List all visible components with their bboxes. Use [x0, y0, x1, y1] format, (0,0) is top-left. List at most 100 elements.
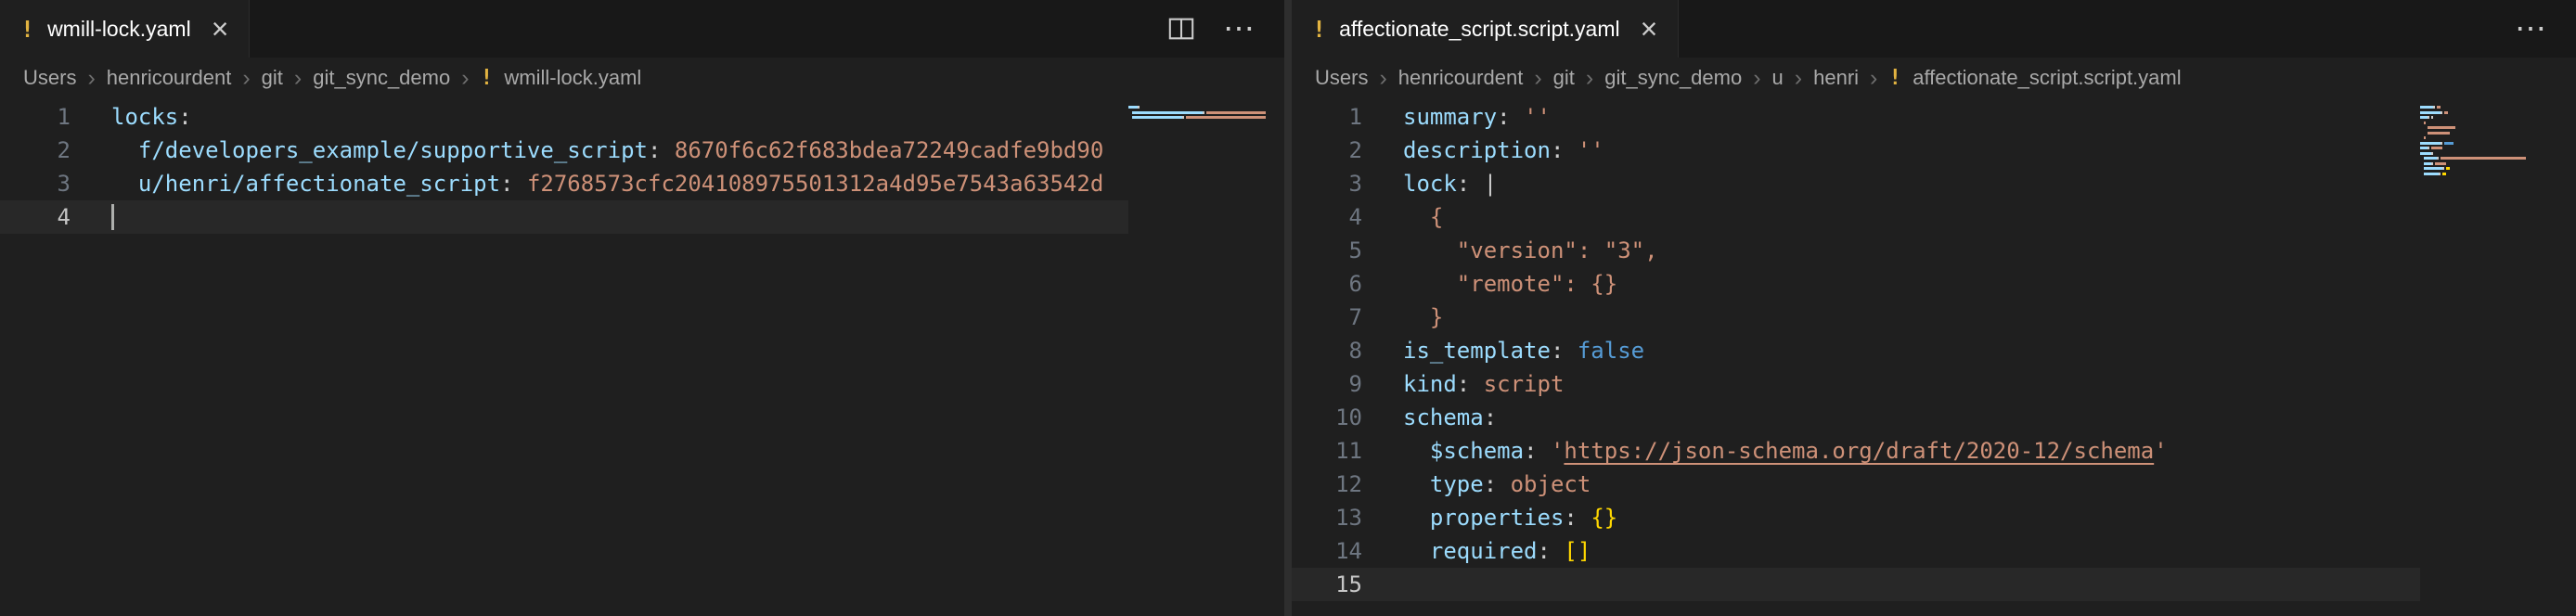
line-content[interactable]: description: ''	[1362, 134, 2420, 167]
code-area[interactable]: 1locks:2 f/developers_example/supportive…	[0, 98, 1128, 616]
line-number[interactable]: 10	[1292, 401, 1362, 434]
tab-affectionate-script[interactable]: ! affectionate_script.script.yaml ×	[1292, 0, 1679, 58]
minimap-line	[2420, 167, 2559, 170]
minimap-line	[2420, 106, 2559, 109]
line-content[interactable]: $schema: 'https://json-schema.org/draft/…	[1362, 434, 2420, 468]
code-line[interactable]: 9kind: script	[1292, 367, 2420, 401]
line-content[interactable]: lock: |	[1362, 167, 2420, 200]
tab-bar: ! affectionate_script.script.yaml × ⋯	[1292, 0, 2576, 58]
line-content[interactable]	[71, 200, 1128, 234]
line-number[interactable]: 1	[1292, 100, 1362, 134]
code-line[interactable]: 10schema:	[1292, 401, 2420, 434]
line-content[interactable]: kind: script	[1362, 367, 2420, 401]
line-number[interactable]: 2	[0, 134, 71, 167]
close-icon[interactable]: ×	[1641, 14, 1658, 44]
line-content[interactable]: is_template: false	[1362, 334, 2420, 367]
line-content[interactable]: "version": "3",	[1362, 234, 2420, 267]
minimap-line	[2420, 132, 2559, 135]
line-number[interactable]: 3	[0, 167, 71, 200]
breadcrumb-item[interactable]: Users	[23, 66, 76, 90]
line-number[interactable]: 4	[0, 200, 71, 234]
editor-group-sash[interactable]	[1284, 0, 1292, 616]
yaml-file-icon: !	[481, 66, 494, 90]
line-number[interactable]: 9	[1292, 367, 1362, 401]
breadcrumb-item[interactable]: git	[1553, 66, 1575, 90]
breadcrumb-separator-icon: ›	[1870, 65, 1877, 92]
breadcrumb-item[interactable]: Users	[1315, 66, 1368, 90]
breadcrumb-separator-icon: ›	[87, 65, 95, 92]
code-line[interactable]: 2 f/developers_example/supportive_script…	[0, 134, 1128, 167]
breadcrumb-item[interactable]: henri	[1813, 66, 1859, 90]
line-content[interactable]: summary: ''	[1362, 100, 2420, 134]
breadcrumb-item[interactable]: wmill-lock.yaml	[504, 66, 641, 90]
code-line[interactable]: 4 {	[1292, 200, 2420, 234]
line-number[interactable]: 8	[1292, 334, 1362, 367]
tab-label: affectionate_script.script.yaml	[1339, 17, 1620, 42]
code-line[interactable]: 5 "version": "3",	[1292, 234, 2420, 267]
line-number[interactable]: 6	[1292, 267, 1362, 301]
code-line[interactable]: 14 required: []	[1292, 534, 2420, 568]
line-content[interactable]: "remote": {}	[1362, 267, 2420, 301]
link[interactable]: https://json-schema.org/draft/2020-12/sc…	[1564, 438, 2154, 464]
line-content[interactable]: }	[1362, 301, 2420, 334]
minimap[interactable]	[2420, 98, 2559, 616]
breadcrumb-item[interactable]: henricourdent	[1398, 66, 1524, 90]
line-number[interactable]: 3	[1292, 167, 1362, 200]
code-line[interactable]: 3 u/henri/affectionate_script: f2768573c…	[0, 167, 1128, 200]
code-line[interactable]: 6 "remote": {}	[1292, 267, 2420, 301]
minimap-line	[2420, 142, 2559, 145]
line-content[interactable]: f/developers_example/supportive_script: …	[71, 134, 1128, 167]
line-content[interactable]: properties: {}	[1362, 501, 2420, 534]
breadcrumb-item[interactable]: git_sync_demo	[313, 66, 450, 90]
line-number[interactable]: 5	[1292, 234, 1362, 267]
more-actions-icon[interactable]: ⋯	[1223, 13, 1256, 45]
code-line[interactable]: 7 }	[1292, 301, 2420, 334]
breadcrumb-item[interactable]: affectionate_script.script.yaml	[1913, 66, 2181, 90]
more-actions-icon[interactable]: ⋯	[2515, 13, 2548, 45]
line-number[interactable]: 12	[1292, 468, 1362, 501]
line-number[interactable]: 14	[1292, 534, 1362, 568]
code-line[interactable]: 15	[1292, 568, 2420, 601]
text-cursor	[111, 204, 114, 230]
close-icon[interactable]: ×	[212, 14, 229, 44]
breadcrumb-separator-icon: ›	[1753, 65, 1760, 92]
code-line[interactable]: 2description: ''	[1292, 134, 2420, 167]
breadcrumb-item[interactable]: git_sync_demo	[1604, 66, 1742, 90]
line-content[interactable]	[1362, 568, 2420, 601]
split-editor-icon[interactable]	[1167, 15, 1195, 43]
breadcrumb-item[interactable]: u	[1772, 66, 1784, 90]
breadcrumb-separator-icon: ›	[1586, 65, 1593, 92]
line-content[interactable]: locks:	[71, 100, 1128, 134]
breadcrumb-item[interactable]: git	[262, 66, 283, 90]
line-content[interactable]: schema:	[1362, 401, 2420, 434]
line-content[interactable]: u/henri/affectionate_script: f2768573cfc…	[71, 167, 1128, 200]
code-line[interactable]: 12 type: object	[1292, 468, 2420, 501]
line-content[interactable]: type: object	[1362, 468, 2420, 501]
line-content[interactable]: {	[1362, 200, 2420, 234]
line-number[interactable]: 1	[0, 100, 71, 134]
code-area[interactable]: 1summary: ''2description: ''3lock: |4 {5…	[1292, 98, 2420, 616]
minimap-line	[2420, 136, 2559, 139]
code-line[interactable]: 1locks:	[0, 100, 1128, 134]
tab-wmill-lock[interactable]: ! wmill-lock.yaml ×	[0, 0, 250, 58]
code-line[interactable]: 11 $schema: 'https://json-schema.org/dra…	[1292, 434, 2420, 468]
line-number[interactable]: 11	[1292, 434, 1362, 468]
line-number[interactable]: 7	[1292, 301, 1362, 334]
minimap-line	[1128, 106, 1268, 109]
line-content[interactable]: required: []	[1362, 534, 2420, 568]
code-line[interactable]: 4	[0, 200, 1128, 234]
line-number[interactable]: 4	[1292, 200, 1362, 234]
breadcrumb-separator-icon: ›	[1379, 65, 1386, 92]
minimap-line	[2420, 173, 2559, 175]
code-line[interactable]: 1summary: ''	[1292, 100, 2420, 134]
minimap-line	[2420, 122, 2559, 124]
line-number[interactable]: 13	[1292, 501, 1362, 534]
code-line[interactable]: 8is_template: false	[1292, 334, 2420, 367]
code-line[interactable]: 13 properties: {}	[1292, 501, 2420, 534]
code-line[interactable]: 3lock: |	[1292, 167, 2420, 200]
line-number[interactable]: 15	[1292, 568, 1362, 601]
breadcrumb-item[interactable]: henricourdent	[107, 66, 232, 90]
minimap-line	[2420, 147, 2559, 149]
minimap[interactable]	[1128, 98, 1268, 616]
line-number[interactable]: 2	[1292, 134, 1362, 167]
